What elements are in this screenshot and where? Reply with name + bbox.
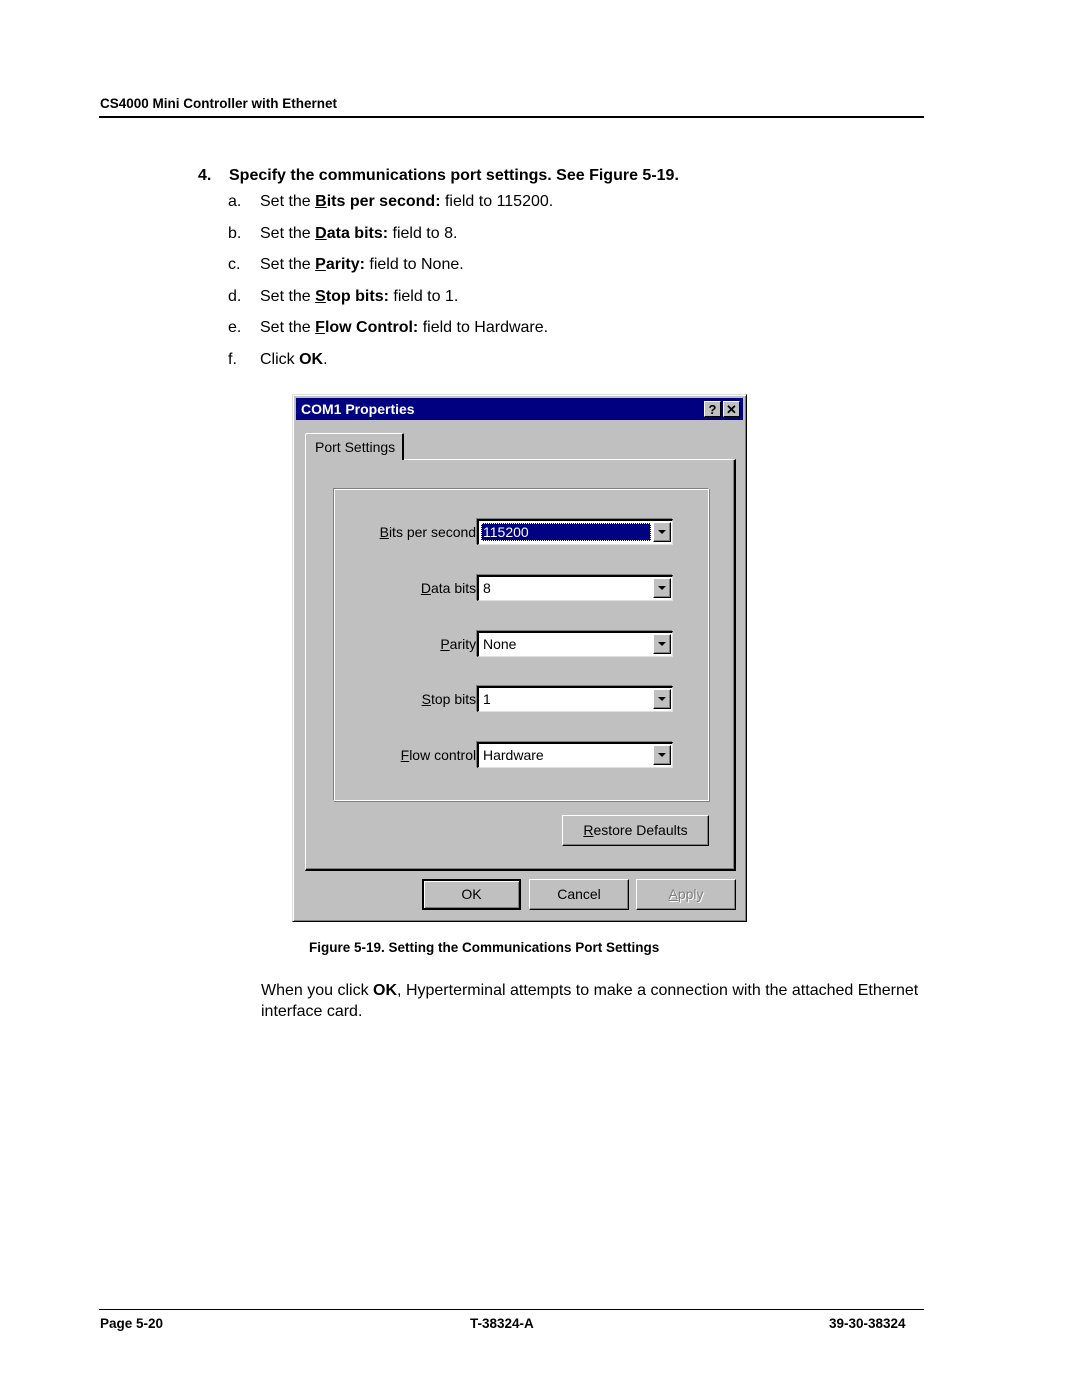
cancel-button[interactable]: Cancel	[529, 879, 629, 910]
stop-bits-value: 1	[483, 691, 491, 707]
chevron-down-icon[interactable]	[653, 745, 671, 765]
tab-port-settings[interactable]: Port Settings	[305, 433, 404, 460]
stop-bits-select[interactable]: 1	[477, 686, 673, 712]
close-icon: ✕	[726, 402, 737, 417]
help-icon: ?	[708, 402, 717, 417]
port-settings-panel: Bits per second: 115200 Data bits: 8 Par…	[305, 459, 736, 871]
chevron-down-icon[interactable]	[653, 522, 671, 542]
header-rule	[99, 116, 924, 118]
bits-per-second-select[interactable]: 115200	[477, 519, 673, 545]
substep-stop-bits: d. Set the Stop bits: field to 1.	[228, 288, 459, 305]
dialog-titlebar: COM1 Properties ? ✕	[296, 398, 743, 420]
chevron-down-icon[interactable]	[653, 689, 671, 709]
parity-select[interactable]: None	[477, 631, 673, 657]
stop-bits-label: Stop bits:	[421, 691, 480, 707]
bits-per-second-label: Bits per second:	[379, 524, 480, 540]
substep-bits-per-second: a. Set the Bits per second: field to 1152…	[228, 193, 554, 210]
chevron-down-icon[interactable]	[653, 578, 671, 598]
substep-data-bits: b. Set the Data bits: field to 8.	[228, 225, 458, 242]
document-id: T-38324-A	[470, 1316, 534, 1331]
data-bits-label: Data bits:	[420, 580, 480, 596]
bits-per-second-value: 115200	[481, 523, 651, 541]
flow-control-value: Hardware	[483, 747, 544, 763]
data-bits-select[interactable]: 8	[477, 575, 673, 601]
parity-label: Parity:	[440, 636, 480, 652]
data-bits-value: 8	[483, 580, 491, 596]
substep-flow-control: e. Set the Flow Control: field to Hardwar…	[228, 319, 549, 336]
flow-control-label: Flow control:	[400, 747, 480, 763]
flow-control-select[interactable]: Hardware	[477, 742, 673, 768]
chevron-down-icon[interactable]	[653, 634, 671, 654]
help-button[interactable]: ?	[704, 401, 721, 417]
substep-click-ok: f. Click OK.	[228, 351, 328, 368]
page-number: Page 5-20	[100, 1316, 164, 1331]
figure-caption: Figure 5-19. Setting the Communications …	[309, 940, 660, 955]
port-settings-group: Bits per second: 115200 Data bits: 8 Par…	[333, 488, 709, 801]
step-text: Specify the communications port settings…	[229, 167, 679, 184]
footer-rule	[99, 1309, 924, 1310]
apply-button[interactable]: Apply	[636, 879, 736, 910]
step-number: 4.	[198, 167, 212, 184]
body-paragraph: When you click OK, Hyperterminal attempt…	[261, 982, 919, 1020]
restore-defaults-button[interactable]: Restore Defaults	[562, 815, 709, 846]
com1-properties-dialog: COM1 Properties ? ✕ Port Settings Bits p…	[292, 394, 747, 922]
ok-button[interactable]: OK	[422, 879, 521, 910]
dialog-title: COM1 Properties	[301, 401, 415, 417]
substep-parity: c. Set the Parity: field to None.	[228, 256, 464, 273]
part-number: 39-30-38324	[829, 1316, 906, 1331]
parity-value: None	[483, 636, 517, 652]
close-button[interactable]: ✕	[723, 401, 740, 417]
running-header: CS4000 Mini Controller with Ethernet	[100, 96, 338, 111]
step-heading: 4. Specify the communications port settin…	[198, 167, 679, 185]
